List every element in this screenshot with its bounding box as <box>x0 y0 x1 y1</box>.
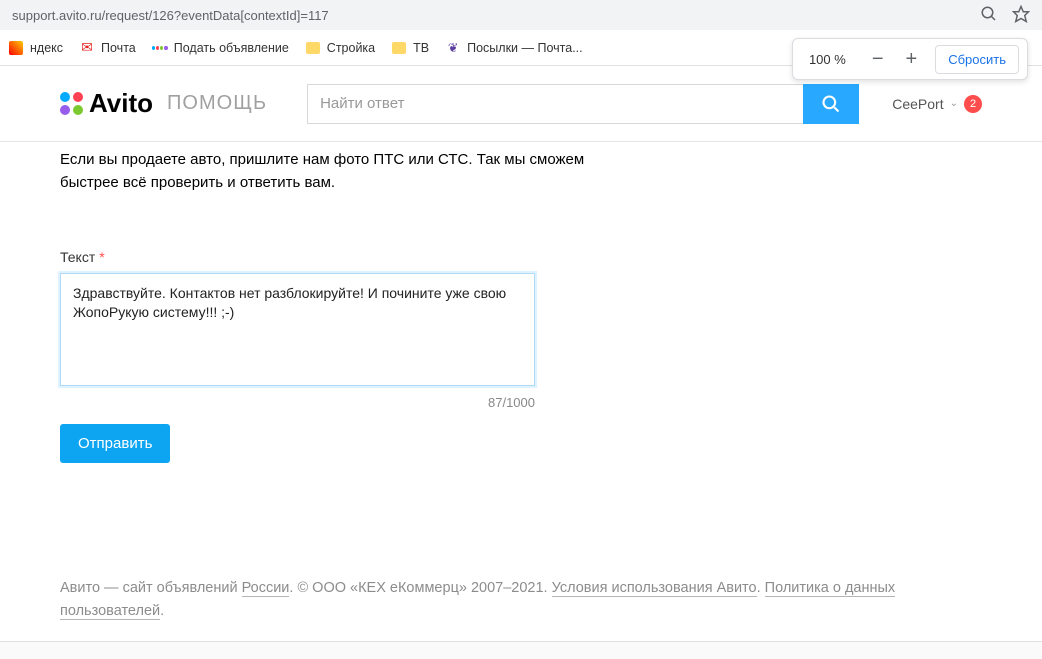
bookmark-mail[interactable]: ✉ Почта <box>79 40 136 56</box>
bookmark-build[interactable]: Стройка <box>305 40 375 56</box>
url-text[interactable]: support.avito.ru/request/126?eventData[c… <box>12 8 980 23</box>
logo-dots-icon <box>60 92 83 115</box>
search-box <box>307 84 859 124</box>
notification-badge: 2 <box>964 95 982 113</box>
mail-icon: ✉ <box>79 40 95 56</box>
zoom-indicator-icon[interactable] <box>980 5 998 26</box>
bookmark-yandex[interactable]: ндекс <box>8 40 63 56</box>
char-counter: 87/1000 <box>60 395 535 410</box>
avito-dots-icon <box>152 40 168 56</box>
yandex-icon <box>8 40 24 56</box>
bookmark-label: Подать объявление <box>174 41 289 55</box>
zoom-level: 100 % <box>801 52 854 67</box>
user-menu[interactable]: CeePort ⌄ 2 <box>892 95 982 113</box>
zoom-in-button[interactable]: + <box>902 48 922 71</box>
avito-logo[interactable]: Avito ПОМОЩЬ <box>60 88 267 119</box>
search-button[interactable] <box>803 84 859 124</box>
search-icon <box>821 94 841 114</box>
bookmark-tv[interactable]: ТВ <box>391 40 429 56</box>
footer: Авито — сайт объявлений России. © ООО «К… <box>0 577 1042 625</box>
submit-button[interactable]: Отправить <box>60 424 170 463</box>
browser-url-bar: support.avito.ru/request/126?eventData[c… <box>0 0 1042 30</box>
eagle-icon: ❦ <box>445 40 461 56</box>
bookmark-parcels[interactable]: ❦ Посылки — Почта... <box>445 40 583 56</box>
logo-subtitle: ПОМОЩЬ <box>167 92 267 115</box>
zoom-widget: 100 % − + Сбросить <box>792 38 1028 80</box>
footer-link-terms[interactable]: Условия использования Авито <box>552 580 757 597</box>
folder-icon <box>391 40 407 56</box>
bookmark-label: Стройка <box>327 41 375 55</box>
user-name: CeePort <box>892 96 943 112</box>
star-icon[interactable] <box>1012 5 1030 26</box>
required-mark: * <box>99 249 104 265</box>
textarea-label: Текст* <box>60 249 640 265</box>
form-description: Если вы продаете авто, пришлите нам фото… <box>60 148 640 195</box>
bookmark-label: ндекс <box>30 41 63 55</box>
footer-link-russia[interactable]: России <box>242 580 290 597</box>
folder-icon <box>305 40 321 56</box>
message-textarea[interactable] <box>60 273 535 386</box>
search-input[interactable] <box>307 84 803 124</box>
logo-brand-text: Avito <box>89 88 153 119</box>
bookmark-label: Посылки — Почта... <box>467 41 583 55</box>
status-bar <box>0 641 1042 659</box>
zoom-out-button[interactable]: − <box>868 48 888 71</box>
bookmark-label: Почта <box>101 41 136 55</box>
chevron-down-icon: ⌄ <box>950 98 958 109</box>
main-content: Если вы продаете авто, пришлите нам фото… <box>0 142 700 495</box>
bookmark-ads[interactable]: Подать объявление <box>152 40 289 56</box>
bookmark-label: ТВ <box>413 41 429 55</box>
zoom-reset-button[interactable]: Сбросить <box>935 45 1019 74</box>
